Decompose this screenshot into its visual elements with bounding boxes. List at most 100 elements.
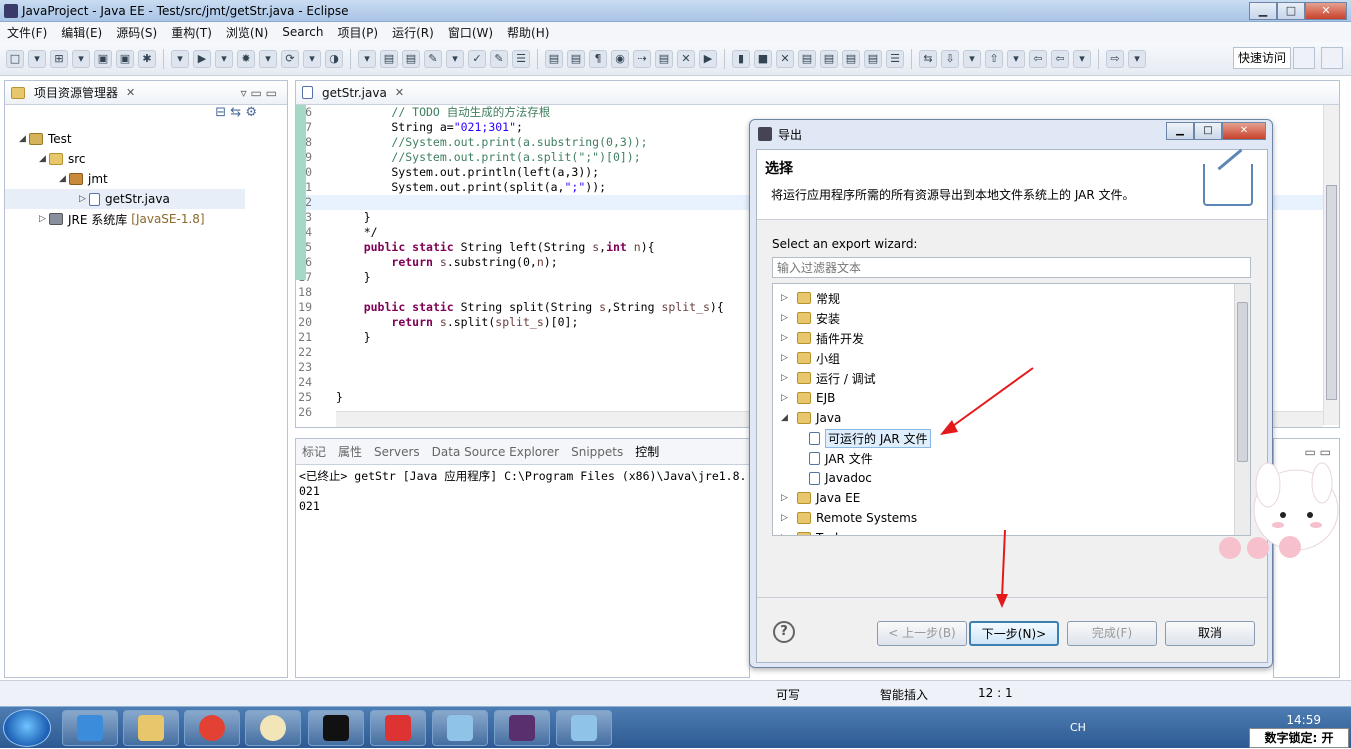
toolbar-tool-icon[interactable]: ✱ [138,49,156,68]
toolbar-tool-icon[interactable]: ▾ [215,49,233,68]
toolbar-tool-icon[interactable]: □ [6,49,24,68]
dialog-maximize-button[interactable]: □ [1194,122,1222,140]
taskbar-ie[interactable] [62,710,118,746]
toolbar-tool-icon[interactable]: ▣ [94,49,112,68]
explorer-item-0[interactable]: ◢ Test [5,129,287,149]
taskbar-explorer[interactable] [123,710,179,746]
view-menu-icon[interactable]: ▿ ▭ ▭ [241,86,277,100]
quick-access-field[interactable]: 快速访问 [1232,47,1291,69]
explorer-tab[interactable]: 项目资源管理器 ✕ ▿ ▭ ▭ [5,81,287,105]
tree-toggle-icon[interactable]: ▷ [781,313,791,323]
menu-item-9[interactable]: 帮助(H) [500,24,556,41]
toolbar-tool-icon[interactable]: ⇦ [1029,49,1047,68]
back-button[interactable]: < 上一步(B) [877,621,967,646]
collapse-all-icon[interactable]: ⊟ [215,105,226,120]
menu-item-3[interactable]: 重构(T) [164,24,219,41]
help-icon[interactable]: ? [773,621,795,643]
link-editor-icon[interactable]: ⇆ [230,105,241,120]
toolbar-tool-icon[interactable]: ✸ [237,49,255,68]
toolbar-tool-icon[interactable]: ⇧ [985,49,1003,68]
toolbar-tool-icon[interactable]: ▤ [545,49,563,68]
taskbar-app-face[interactable] [245,710,301,746]
editor-vertical-scrollbar[interactable] [1323,105,1339,425]
java-ee-perspective-icon[interactable] [1321,47,1343,69]
console-tab-1[interactable]: 属性 [338,443,362,460]
toolbar-tool-icon[interactable]: ▾ [1128,49,1146,68]
toolbar-tool-icon[interactable]: ▾ [171,49,189,68]
toolbar-tool-icon[interactable]: ▾ [28,49,46,68]
toolbar-tool-icon[interactable]: ⇦ [1051,49,1069,68]
explorer-item-1[interactable]: ◢ src [5,149,287,169]
wizard-item-5[interactable]: ▷ EJB [773,388,1250,408]
taskbar-chrome[interactable] [184,710,240,746]
cancel-button[interactable]: 取消 [1165,621,1255,646]
wizard-item-7[interactable]: 可运行的 JAR 文件 [773,428,1250,448]
wizard-item-11[interactable]: ▷ Remote Systems [773,508,1250,528]
editor-tab-close-icon[interactable]: ✕ [395,86,404,99]
explorer-item-2[interactable]: ◢ jmt [5,169,287,189]
toolbar-tool-icon[interactable]: ⊞ [50,49,68,68]
maximize-button[interactable]: □ [1277,1,1305,20]
toolbar-tool-icon[interactable]: ▤ [567,49,585,68]
toolbar-tool-icon[interactable]: ✕ [677,49,695,68]
tree-toggle-icon[interactable]: ▷ [781,353,791,363]
wizard-item-2[interactable]: ▷ 插件开发 [773,328,1250,348]
toolbar-tool-icon[interactable]: ▾ [1073,49,1091,68]
menu-item-5[interactable]: Search [275,25,330,39]
menu-item-0[interactable]: 文件(F) [0,24,54,41]
tree-toggle-icon[interactable]: ▷ [781,333,791,343]
menu-item-7[interactable]: 运行(R) [385,24,441,41]
start-button[interactable] [3,709,51,747]
editor-tab-getstr[interactable]: getStr.java [322,86,387,100]
dialog-close-button[interactable]: ✕ [1222,122,1266,140]
toolbar-tool-icon[interactable]: ▤ [820,49,838,68]
toolbar-tool-icon[interactable]: ◉ [611,49,629,68]
console-tab-0[interactable]: 标记 [302,443,326,460]
finish-button[interactable]: 完成(F) [1067,621,1157,646]
tray-language[interactable]: CH [1070,721,1086,734]
menu-item-2[interactable]: 源码(S) [109,24,164,41]
toolbar-tool-icon[interactable]: ▤ [402,49,420,68]
filter-icon[interactable]: ⚙ [245,105,257,120]
close-button[interactable]: ✕ [1305,1,1347,20]
tree-toggle-icon[interactable]: ▷ [781,513,791,523]
wizard-item-10[interactable]: ▷ Java EE [773,488,1250,508]
tree-toggle-icon[interactable]: ◢ [39,154,49,164]
toolbar-tool-icon[interactable]: ▾ [303,49,321,68]
tree-toggle-icon[interactable]: ◢ [59,174,69,184]
menu-item-8[interactable]: 窗口(W) [441,24,500,41]
toolbar-tool-icon[interactable]: ▾ [259,49,277,68]
console-tab-5[interactable]: 控制 [635,443,659,460]
toolbar-tool-icon[interactable]: ▶ [193,49,211,68]
toolbar-tool-icon[interactable]: ▤ [842,49,860,68]
tree-toggle-icon[interactable]: ▷ [781,533,791,535]
menu-item-4[interactable]: 浏览(N) [219,24,275,41]
explorer-item-3[interactable]: ▷ getStr.java [5,189,245,209]
explorer-item-4[interactable]: ▷ JRE 系统库 [JavaSE-1.8] [5,209,287,229]
toolbar-tool-icon[interactable]: ▤ [798,49,816,68]
menu-item-6[interactable]: 项目(P) [331,24,386,41]
console-tab-2[interactable]: Servers [374,445,420,459]
wizard-item-12[interactable]: ▷ Tasks [773,528,1250,535]
wizard-item-9[interactable]: Javadoc [773,468,1250,488]
console-tab-4[interactable]: Snippets [571,445,623,459]
open-perspective-icon[interactable] [1293,47,1315,69]
toolbar-tool-icon[interactable]: ◑ [325,49,343,68]
toolbar-tool-icon[interactable]: ✎ [424,49,442,68]
wizard-item-0[interactable]: ▷ 常规 [773,288,1250,308]
explorer-close-icon[interactable]: ✕ [126,86,135,99]
tree-toggle-icon[interactable]: ◢ [781,413,791,423]
toolbar-tool-icon[interactable]: ▤ [655,49,673,68]
tree-toggle-icon[interactable]: ▷ [781,293,791,303]
toolbar-tool-icon[interactable]: ▾ [446,49,464,68]
toolbar-tool-icon[interactable]: ⟳ [281,49,299,68]
toolbar-tool-icon[interactable]: ☰ [512,49,530,68]
toolbar-tool-icon[interactable]: ⇆ [919,49,937,68]
toolbar-tool-icon[interactable]: ■ [754,49,772,68]
toolbar-tool-icon[interactable]: ✕ [776,49,794,68]
toolbar-tool-icon[interactable]: ▾ [963,49,981,68]
toolbar-tool-icon[interactable]: ⇨ [1106,49,1124,68]
toolbar-tool-icon[interactable]: ▶ [699,49,717,68]
wizard-filter-input[interactable] [772,257,1251,278]
toolbar-tool-icon[interactable]: ⇢ [633,49,651,68]
